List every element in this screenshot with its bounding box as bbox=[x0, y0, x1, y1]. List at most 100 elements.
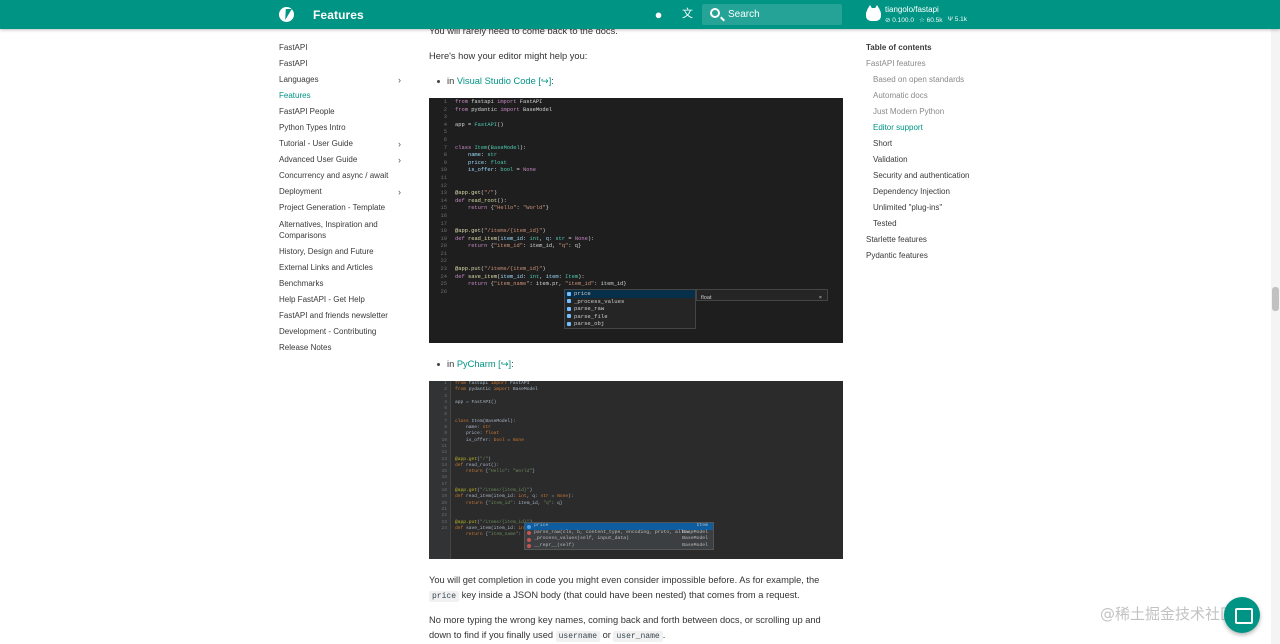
completion-item[interactable]: price bbox=[565, 290, 695, 298]
completion-item[interactable]: _process_values bbox=[565, 298, 695, 306]
vscode-completion-detail: float × bbox=[696, 289, 828, 301]
table-of-contents: Table of contents FastAPI features Based… bbox=[866, 40, 1046, 264]
inline-code-user-name: user_name bbox=[613, 631, 663, 642]
inline-code-price: price bbox=[429, 591, 460, 602]
nav-item-label: Concurrency and async / await bbox=[279, 171, 389, 180]
nav-item-concurrency[interactable]: Concurrency and async / await bbox=[279, 168, 407, 184]
nav-item-label: Tutorial - User Guide bbox=[279, 139, 353, 148]
nav-item-languages[interactable]: Languages › bbox=[279, 72, 407, 88]
repo-forks: Ψ 5.1k bbox=[948, 16, 968, 24]
nav-item-label: Project Generation - Template bbox=[279, 203, 386, 212]
watermark: @稀土掘金技术社区 bbox=[1100, 605, 1236, 623]
nav-item-label: FastAPI bbox=[279, 43, 308, 52]
nav-item-python-types[interactable]: Python Types Intro bbox=[279, 120, 407, 136]
text-span: No more typing the wrong key names, comi… bbox=[429, 615, 821, 625]
completion-type: BaseModel bbox=[682, 542, 708, 548]
search-icon bbox=[710, 8, 720, 18]
text-span: key inside a JSON body (that could have … bbox=[459, 590, 800, 600]
completion-item[interactable]: parse_raw bbox=[565, 305, 695, 313]
toc-item-dependency-injection[interactable]: Dependency Injection bbox=[866, 184, 1046, 200]
nav-item-label: Alternatives, Inspiration and Comparison… bbox=[279, 220, 378, 240]
toc-item-security[interactable]: Security and authentication bbox=[866, 168, 1046, 184]
toc-item-short[interactable]: Short bbox=[866, 136, 1046, 152]
fastapi-logo-icon[interactable] bbox=[279, 7, 294, 22]
nav-item-label: Languages bbox=[279, 75, 319, 84]
scrollbar-thumb[interactable] bbox=[1272, 287, 1279, 311]
toc-item-automatic-docs[interactable]: Automatic docs bbox=[866, 88, 1046, 104]
nav-item-label: External Links and Articles bbox=[279, 263, 373, 272]
pycharm-link[interactable]: PyCharm [↪] bbox=[457, 359, 511, 369]
code-block: from fastapi import FastAPI from pydanti… bbox=[455, 381, 601, 538]
repo-version: ⊘ 0.100.0 bbox=[885, 16, 914, 24]
nav-item-label: History, Design and Future bbox=[279, 247, 374, 256]
toc-item-plugins[interactable]: Unlimited "plug-ins" bbox=[866, 200, 1046, 216]
toc-item-validation[interactable]: Validation bbox=[866, 152, 1046, 168]
nav-item-advanced[interactable]: Advanced User Guide › bbox=[279, 152, 407, 168]
bullet-suffix: : bbox=[551, 76, 554, 86]
bullet-prefix: in bbox=[447, 359, 457, 369]
scrollbar-track[interactable] bbox=[1271, 29, 1280, 644]
search-input[interactable] bbox=[728, 6, 838, 23]
list-item-vscode: in Visual Studio Code [↪]: bbox=[437, 74, 851, 89]
completion-name: __repr__(self) bbox=[534, 542, 575, 548]
top-header: Features ● 文 tiangolo/fastapi ⊘ 0.100.0 … bbox=[0, 0, 1280, 29]
completion-name: _process_values(self, input_data) bbox=[534, 536, 629, 542]
nav-item-label: FastAPI and friends newsletter bbox=[279, 311, 388, 320]
code-block: from fastapi import FastAPI from pydanti… bbox=[455, 99, 627, 288]
completion-type: BaseModel bbox=[682, 536, 708, 542]
close-icon[interactable]: × bbox=[819, 291, 822, 306]
nav-item-label: Python Types Intro bbox=[279, 123, 346, 132]
repo-stars-value: 60.5k bbox=[926, 17, 943, 24]
page-title: Features bbox=[313, 8, 364, 22]
sidebar-nav: FastAPI FastAPI Languages › Features Fast… bbox=[279, 40, 407, 356]
nav-item-fastapi[interactable]: FastAPI bbox=[279, 56, 407, 72]
toc-item-starlette[interactable]: Starlette features bbox=[866, 232, 1046, 248]
completion-item[interactable]: parse_obj bbox=[565, 320, 695, 328]
repo-facts: ⊘ 0.100.0 ☆ 60.5k Ψ 5.1k bbox=[885, 16, 967, 24]
paragraph-completion: You will get completion in code you migh… bbox=[429, 573, 843, 604]
completion-name: parse_raw(cls, b, content_type, encoding… bbox=[534, 529, 693, 535]
nav-item-label: Development - Contributing bbox=[279, 327, 377, 336]
nav-item-release-notes[interactable]: Release Notes bbox=[279, 340, 407, 356]
completion-item[interactable]: __repr__(self) BaseModel bbox=[525, 543, 713, 550]
nav-item-external-links[interactable]: External Links and Articles bbox=[279, 260, 407, 276]
pycharm-autocomplete-list: price Item parse_raw(cls, b, content_type… bbox=[524, 522, 714, 551]
nav-item-help[interactable]: Help FastAPI - Get Help bbox=[279, 292, 407, 308]
completion-item[interactable]: parse_file bbox=[565, 313, 695, 321]
search-box[interactable] bbox=[702, 4, 842, 25]
completion-detail-type: float bbox=[701, 295, 712, 301]
nav-item-newsletter[interactable]: FastAPI and friends newsletter bbox=[279, 308, 407, 324]
text-span: down to find if you finally used bbox=[429, 630, 556, 640]
toc-item-tested[interactable]: Tested bbox=[866, 216, 1046, 232]
floating-action-button[interactable] bbox=[1224, 597, 1260, 633]
nav-item-fastapi-home[interactable]: FastAPI bbox=[279, 40, 407, 56]
chevron-right-icon: › bbox=[398, 139, 401, 149]
nav-item-history[interactable]: History, Design and Future bbox=[279, 244, 407, 260]
completion-type: Item bbox=[696, 523, 708, 528]
nav-item-alternatives[interactable]: Alternatives, Inspiration and Comparison… bbox=[279, 216, 407, 244]
translate-icon[interactable]: 文 bbox=[680, 7, 695, 22]
text-span: or bbox=[600, 630, 614, 640]
nav-item-features[interactable]: Features bbox=[279, 88, 407, 104]
toc-item-fastapi-features[interactable]: FastAPI features bbox=[866, 56, 1046, 72]
completion-item[interactable]: price Item bbox=[525, 523, 713, 530]
nav-item-deployment[interactable]: Deployment › bbox=[279, 184, 407, 200]
lightbulb-icon[interactable]: ● bbox=[651, 7, 666, 22]
nav-item-project-generation[interactable]: Project Generation - Template bbox=[279, 200, 407, 216]
nav-item-benchmarks[interactable]: Benchmarks bbox=[279, 276, 407, 292]
toc-item-editor-support[interactable]: Editor support bbox=[866, 120, 1046, 136]
vscode-link[interactable]: Visual Studio Code [↪] bbox=[457, 76, 551, 86]
line-numbers: 1 2 3 4 5 6 7 8 9 10 11 12 13 14 15 16 1… bbox=[441, 381, 447, 531]
nav-item-fastapi-people[interactable]: FastAPI People bbox=[279, 104, 407, 120]
github-icon bbox=[866, 5, 881, 21]
toc-title: Table of contents bbox=[866, 43, 932, 52]
toc-item-pydantic[interactable]: Pydantic features bbox=[866, 248, 1046, 264]
completion-item[interactable]: _process_values(self, input_data) BaseMod… bbox=[525, 536, 713, 543]
nav-item-label: Advanced User Guide bbox=[279, 155, 358, 164]
toc-item-open-standards[interactable]: Based on open standards bbox=[866, 72, 1046, 88]
nav-item-development[interactable]: Development - Contributing bbox=[279, 324, 407, 340]
tag-icon: ⊘ bbox=[885, 17, 891, 24]
toc-item-modern-python[interactable]: Just Modern Python bbox=[866, 104, 1046, 120]
pycharm-screenshot: 1 2 3 4 5 6 7 8 9 10 11 12 13 14 15 16 1… bbox=[429, 381, 843, 559]
nav-item-tutorial[interactable]: Tutorial - User Guide › bbox=[279, 136, 407, 152]
